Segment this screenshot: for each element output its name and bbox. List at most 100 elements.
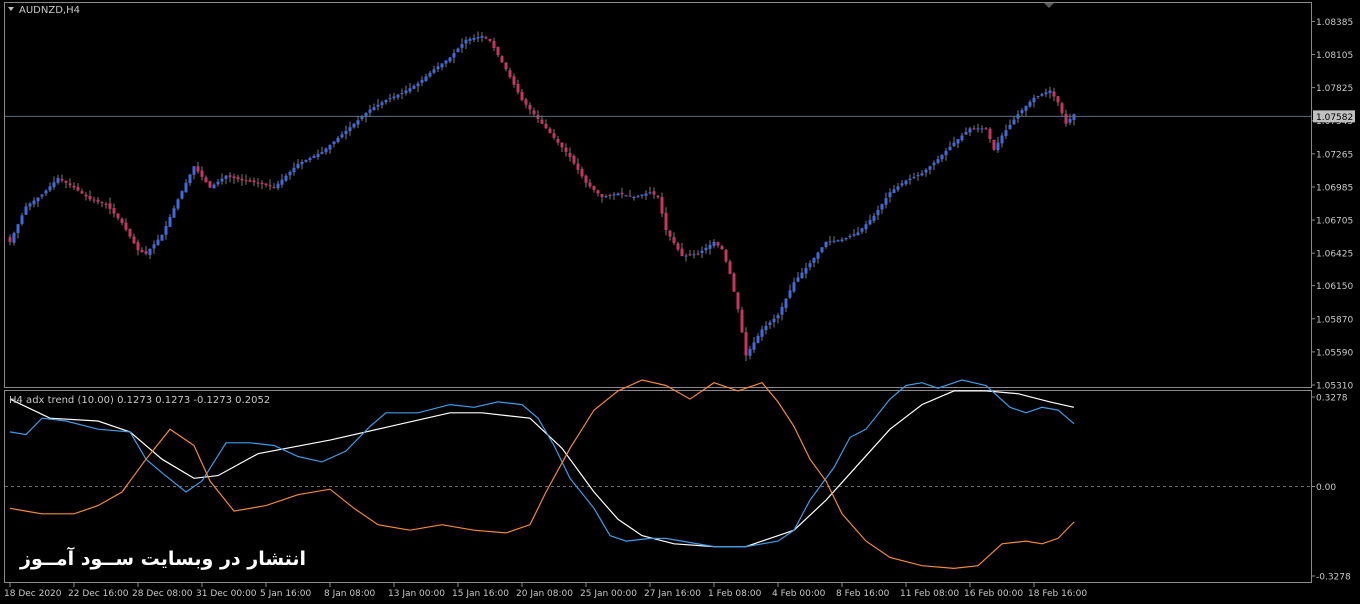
candle-bear [556, 138, 560, 143]
candle-bull [316, 154, 320, 158]
candle-bull [1028, 101, 1032, 107]
candle-bull [420, 79, 424, 83]
candle-bear [656, 195, 660, 197]
candle-bear [128, 228, 132, 237]
candle-bull [276, 183, 280, 189]
candle-bull [700, 250, 704, 254]
candle-bull [1012, 119, 1016, 125]
time-tick-label: 27 Jan 16:00 [644, 589, 701, 599]
time-tick-label: 18 Feb 16:00 [1028, 589, 1087, 599]
candle-bear [524, 99, 528, 105]
candle-bull [864, 224, 868, 230]
candle-bull [296, 163, 300, 169]
candle-bull [16, 224, 20, 234]
candle-bull [1068, 118, 1072, 123]
candle-bear [112, 207, 116, 214]
candle-bear [60, 178, 64, 181]
candle-bull [812, 257, 816, 263]
candle-bull [764, 325, 768, 331]
candle-bull [168, 217, 172, 227]
candle-bear [116, 213, 120, 219]
candle-bull [352, 123, 356, 128]
candle-bull [712, 241, 716, 246]
chart-window[interactable]: 1.083851.081051.078251.075451.072651.069… [0, 0, 1360, 600]
candle-bull [924, 169, 928, 173]
candle-bull [844, 237, 848, 240]
candle-bear [728, 261, 732, 274]
candle-bull [192, 166, 196, 175]
candle-bear [136, 242, 140, 251]
candle-bull [932, 162, 936, 166]
candle-bear [652, 191, 656, 195]
candle-bull [428, 72, 432, 77]
candle-bull [340, 134, 344, 138]
candle-bull [920, 173, 924, 176]
candle-bear [72, 185, 76, 188]
candle-bear [588, 182, 592, 187]
candle-bull [876, 210, 880, 216]
candle-bull [928, 166, 932, 170]
candle-bull [216, 181, 220, 185]
candle-bear [596, 190, 600, 194]
candle-bull [868, 220, 872, 225]
candle-bull [964, 131, 968, 135]
candle-bear [240, 178, 244, 181]
candle-bull [480, 36, 484, 38]
candle-bull [880, 204, 884, 210]
candle-bull [1020, 110, 1024, 114]
candle-bull [292, 167, 296, 173]
time-tick-label: 11 Feb 08:00 [900, 589, 959, 599]
candle-bull [1040, 94, 1044, 96]
candle-bear [984, 128, 988, 130]
candle-bear [80, 191, 84, 194]
candle-bull [328, 144, 332, 150]
candle-bull [944, 150, 948, 156]
price-tick-label: 1.07825 [1316, 84, 1353, 94]
candle-bull [444, 60, 448, 64]
price-tick-label: 1.05590 [1316, 348, 1353, 358]
candle-bear [132, 236, 136, 244]
chart-canvas[interactable]: 1.083851.081051.078251.075451.072651.069… [0, 0, 1360, 600]
candle-bear [680, 248, 684, 257]
candle-bull [780, 306, 784, 315]
candle-bull [360, 116, 364, 120]
candle-bear [512, 76, 516, 85]
candle-bull [416, 83, 420, 87]
time-tick-label: 8 Feb 16:00 [836, 589, 890, 599]
candle-bull [792, 282, 796, 292]
candle-bull [224, 175, 228, 179]
candle-bear [140, 249, 144, 252]
candle-bear [688, 254, 692, 256]
time-tick-label: 25 Jan 00:00 [580, 589, 637, 599]
candle-bull [708, 244, 712, 249]
candle-bull [184, 182, 188, 193]
candle-bear [236, 177, 240, 180]
candle-bear [248, 180, 252, 182]
candle-bull [692, 254, 696, 256]
candle-bull [448, 57, 452, 62]
candle-bear [84, 194, 88, 197]
candle-bear [108, 203, 112, 209]
candle-bear [724, 249, 728, 262]
candle-bull [1044, 92, 1048, 95]
candle-bull [456, 48, 460, 53]
candle-bear [608, 195, 612, 197]
candle-bull [948, 146, 952, 151]
candle-bull [436, 66, 440, 70]
candle-bull [908, 178, 912, 181]
price-tick-label: 1.07265 [1316, 150, 1353, 160]
candle-bull [148, 249, 152, 255]
candle-bull [808, 263, 812, 268]
candle-bull [388, 98, 392, 100]
candle-bull [32, 200, 36, 205]
candle-bull [408, 88, 412, 92]
candle-bull [392, 96, 396, 99]
candle-bull [172, 208, 176, 218]
candle-bull [40, 194, 44, 197]
price-tick-label: 1.06705 [1316, 217, 1353, 227]
candle-bull [156, 239, 160, 245]
time-tick-label: 1 Feb 08:00 [708, 589, 762, 599]
candle-bull [400, 92, 404, 94]
time-tick-label: 20 Jan 08:00 [516, 589, 573, 599]
candle-bear [540, 119, 544, 124]
